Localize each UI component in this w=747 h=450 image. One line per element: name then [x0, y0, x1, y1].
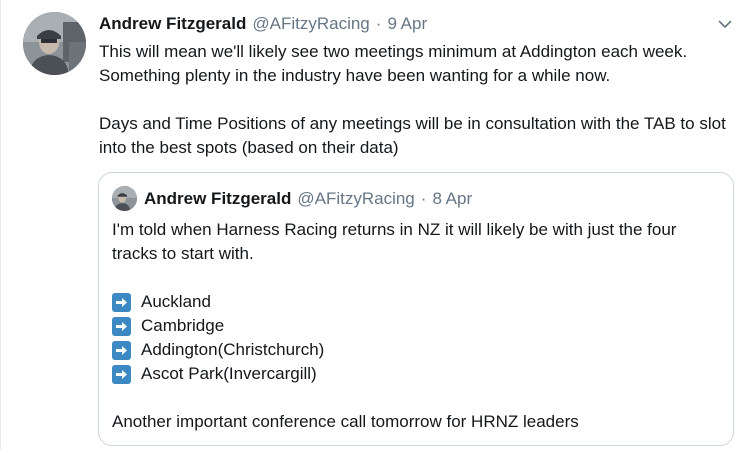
quoted-tweet[interactable]: Andrew Fitzgerald @AFitzyRacing · 8 Apr …: [98, 172, 734, 446]
quoted-author-name: Andrew Fitzgerald: [144, 189, 292, 208]
quoted-intro: I'm told when Harness Racing returns in …: [112, 220, 677, 263]
author-handle[interactable]: @AFitzyRacing: [252, 14, 369, 34]
track-name: Ascot Park(Invercargill): [141, 364, 317, 383]
track-name: Auckland: [141, 292, 211, 311]
right-arrow-emoji-icon: [112, 340, 131, 360]
quoted-date: 8 Apr: [432, 189, 473, 208]
right-arrow-emoji-icon: [112, 364, 131, 384]
tweet[interactable]: Andrew Fitzgerald @AFitzyRacing · 9 Apr …: [0, 0, 747, 450]
tweet-date[interactable]: 9 Apr: [387, 14, 427, 34]
list-item: Addington(Christchurch): [112, 338, 722, 362]
separator-dot: ·: [420, 189, 427, 208]
track-list: Auckland Cambridge Addington(Christchurc…: [112, 290, 722, 386]
quoted-author-handle: @AFitzyRacing: [297, 189, 415, 208]
tweet-header: Andrew Fitzgerald @AFitzyRacing · 9 Apr: [99, 12, 427, 36]
quoted-header: Andrew Fitzgerald @AFitzyRacing · 8 Apr: [144, 187, 472, 211]
chevron-down-icon[interactable]: [713, 12, 737, 36]
track-name: Addington(Christchurch): [141, 340, 325, 359]
quoted-closing: Another important conference call tomorr…: [112, 412, 579, 431]
quoted-avatar: [112, 186, 137, 211]
tweet-paragraph: This will mean we'll likely see two meet…: [99, 42, 688, 85]
avatar[interactable]: [23, 12, 86, 75]
author-name[interactable]: Andrew Fitzgerald: [99, 14, 246, 34]
separator-dot: ·: [375, 14, 382, 33]
track-name: Cambridge: [141, 316, 225, 335]
list-item: Ascot Park(Invercargill): [112, 362, 722, 386]
list-item: Auckland: [112, 290, 722, 314]
right-arrow-emoji-icon: [112, 292, 131, 312]
quoted-text: I'm told when Harness Racing returns in …: [112, 218, 722, 434]
right-arrow-emoji-icon: [112, 316, 131, 336]
list-item: Cambridge: [112, 314, 722, 338]
tweet-text: This will mean we'll likely see two meet…: [99, 40, 739, 160]
tweet-paragraph: Days and Time Positions of any meetings …: [99, 114, 726, 157]
